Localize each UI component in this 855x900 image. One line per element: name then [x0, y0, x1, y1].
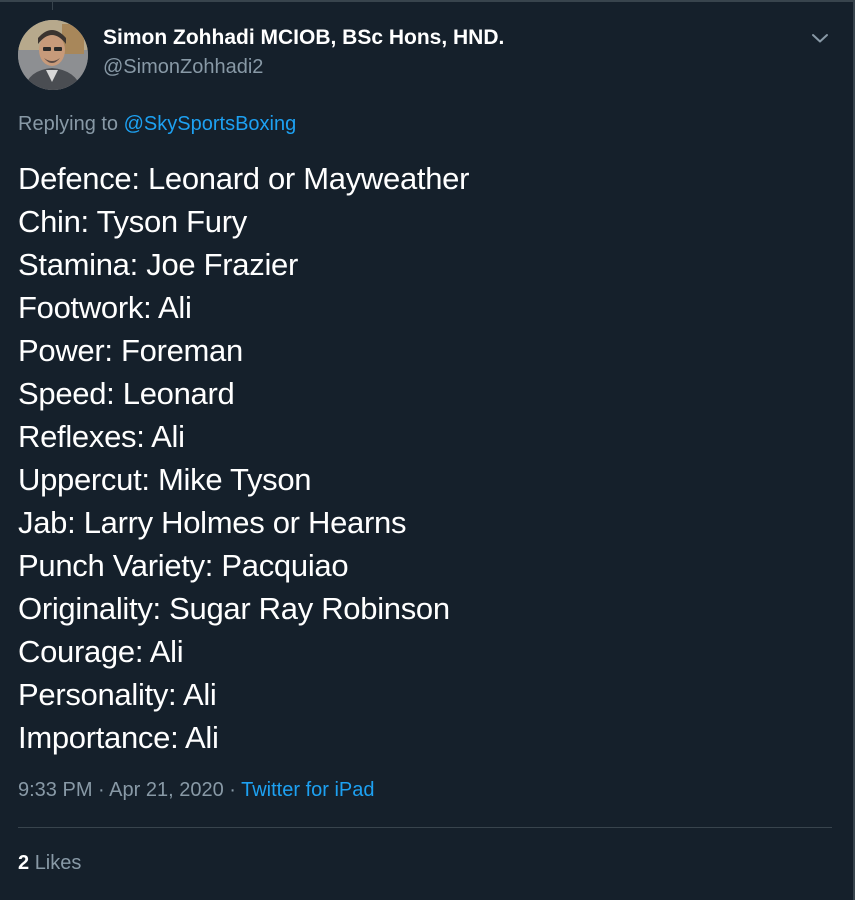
divider — [18, 827, 832, 828]
tweet-line: Jab: Larry Holmes or Hearns — [18, 505, 407, 540]
author-display-name[interactable]: Simon Zohhadi MCIOB, BSc Hons, HND. — [103, 26, 504, 50]
tweet-line: Importance: Ali — [18, 720, 219, 755]
avatar-image — [18, 20, 88, 90]
tweet-line: Punch Variety: Pacquiao — [18, 548, 349, 583]
tweet-line: Footwork: Ali — [18, 290, 192, 325]
thread-line — [52, 0, 53, 10]
tweet-line: Stamina: Joe Frazier — [18, 247, 298, 282]
tweet-line: Chin: Tyson Fury — [18, 204, 247, 239]
likes-count: 2 — [18, 852, 30, 874]
author-handle[interactable]: @SimonZohhadi2 — [103, 56, 263, 79]
likes-label: Likes — [34, 852, 82, 874]
tweet-line: Defence: Leonard or Mayweather — [18, 161, 470, 196]
replying-to: Replying to @SkySportsBoxing — [18, 113, 296, 136]
meta-separator: · — [223, 779, 242, 801]
avatar[interactable] — [18, 20, 88, 90]
tweet-line: Speed: Leonard — [18, 376, 235, 411]
tweet-meta: 9:33 PM · Apr 21, 2020 · Twitter for iPa… — [18, 779, 375, 802]
more-options-button[interactable] — [808, 26, 832, 50]
reply-mention-link[interactable]: @SkySportsBoxing — [124, 113, 297, 135]
tweet-date[interactable]: Apr 21, 2020 — [109, 779, 224, 801]
tweet-line: Personality: Ali — [18, 677, 217, 712]
tweet-text: Defence: Leonard or Mayweather Chin: Tys… — [18, 157, 818, 759]
tweet-line: Uppercut: Mike Tyson — [18, 462, 312, 497]
replying-to-label: Replying to — [18, 113, 124, 135]
tweet-source-link[interactable]: Twitter for iPad — [241, 779, 374, 801]
likes-link[interactable]: 2 Likes — [18, 852, 81, 875]
chevron-down-icon — [812, 34, 828, 43]
tweet-line: Originality: Sugar Ray Robinson — [18, 591, 450, 626]
meta-separator: · — [92, 779, 110, 801]
tweet-line: Courage: Ali — [18, 634, 184, 669]
tweet-time[interactable]: 9:33 PM — [18, 779, 92, 801]
tweet-line: Power: Foreman — [18, 333, 243, 368]
tweet-line: Reflexes: Ali — [18, 419, 185, 454]
